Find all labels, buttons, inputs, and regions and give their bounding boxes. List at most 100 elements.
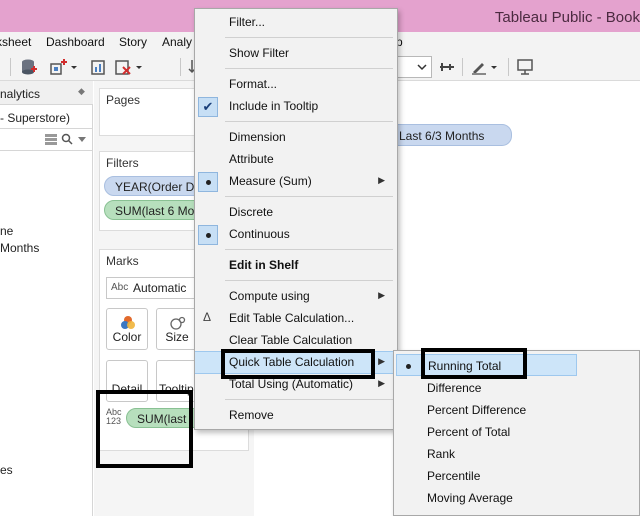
menu-item-include-tooltip[interactable]: ✔ Include in Tooltip — [195, 96, 397, 118]
radio-selected-icon — [198, 225, 218, 245]
presentation-icon[interactable] — [516, 58, 534, 76]
menu-separator — [225, 196, 393, 197]
menu-item-measure[interactable]: Measure (Sum) ▶ — [195, 171, 397, 193]
filters-title: Filters — [106, 156, 139, 170]
submenu-arrow-icon: ▶ — [378, 290, 385, 300]
size-label: Size — [165, 330, 189, 344]
toolbar-separator — [180, 58, 181, 76]
menu-item-label: Attribute — [229, 152, 274, 166]
menu-separator — [225, 280, 393, 281]
submenu-item-percentile[interactable]: Percentile — [394, 465, 639, 487]
menu-item-compute-using[interactable]: Compute using ▶ — [195, 286, 397, 308]
color-label: Color — [112, 330, 142, 344]
annotation-box-quick-calc — [221, 349, 375, 379]
menu-item-label: Compute using — [229, 289, 310, 303]
columns-pill[interactable]: Last 6/3 Months — [384, 124, 512, 146]
menu-separator — [225, 121, 393, 122]
delta-icon: Δ — [203, 310, 212, 324]
text-mark-icon: Abc — [111, 282, 129, 293]
size-icon — [170, 316, 186, 330]
menu-story[interactable]: Story — [119, 35, 147, 49]
menu-item-label: Filter... — [229, 15, 266, 29]
radio-selected-icon — [406, 364, 411, 369]
menu-separator — [225, 399, 393, 400]
menu-worksheet[interactable]: ksheet — [0, 35, 31, 49]
menu-item-continuous[interactable]: Continuous — [195, 224, 397, 246]
new-worksheet-icon[interactable] — [50, 58, 78, 76]
menu-item-label: Edit Table Calculation... — [229, 311, 355, 325]
chevron-down-icon — [417, 64, 427, 71]
new-datasource-icon[interactable] — [20, 58, 38, 76]
size-button[interactable]: Size — [156, 308, 198, 350]
collapse-icon[interactable]: ◆ — [78, 86, 85, 97]
submenu-item-label: Moving Average — [427, 491, 513, 505]
fit-dropdown[interactable] — [396, 56, 432, 78]
menu-dashboard[interactable]: Dashboard — [46, 35, 105, 49]
search-icon[interactable] — [61, 133, 73, 145]
color-icon — [121, 316, 135, 329]
menu-separator — [225, 37, 393, 38]
submenu-item-label: Percent Difference — [427, 403, 527, 417]
menu-item-label: Discrete — [229, 205, 274, 219]
menu-item-label: Measure (Sum) — [229, 174, 312, 188]
submenu-item-label: Percentile — [427, 469, 481, 483]
menu-item-label: Remove — [229, 408, 274, 422]
data-source-item[interactable]: - Superstore) — [0, 105, 93, 129]
marks-title: Marks — [106, 254, 139, 268]
color-button[interactable]: Color — [106, 308, 148, 350]
submenu-item-percent-difference[interactable]: Percent Difference — [394, 399, 639, 421]
list-view-icon[interactable] — [45, 134, 57, 145]
field-item[interactable]: Months — [0, 241, 39, 255]
menu-item-label: Dimension — [229, 130, 286, 144]
menu-item-format[interactable]: Format... — [195, 74, 397, 96]
chevron-down-icon[interactable] — [78, 137, 86, 142]
menu-item-edit-in-shelf[interactable]: Edit in Shelf — [195, 255, 397, 277]
toolbar-separator — [10, 58, 11, 76]
menu-item-label: Format... — [229, 77, 278, 91]
data-source-label: - Superstore) — [0, 111, 71, 125]
menu-separator — [225, 68, 393, 69]
menu-item-dimension[interactable]: Dimension — [195, 127, 397, 149]
field-item[interactable]: es — [0, 463, 13, 477]
highlight-pen-icon[interactable] — [470, 58, 500, 76]
data-pane-tools — [0, 129, 93, 151]
pages-title: Pages — [106, 93, 141, 107]
menu-item-label: Show Filter — [229, 46, 290, 60]
menu-item-filter[interactable]: Filter... — [195, 12, 397, 34]
menu-item-remove[interactable]: Remove — [195, 405, 397, 427]
pin-axes-icon[interactable] — [438, 58, 456, 76]
submenu-arrow-icon: ▶ — [378, 175, 385, 185]
menu-item-label: Clear Table Calculation — [229, 333, 353, 347]
menu-item-discrete[interactable]: Discrete — [195, 202, 397, 224]
annotation-box-running-total — [421, 348, 527, 379]
menu-item-attribute[interactable]: Attribute — [195, 149, 397, 171]
annotation-box-pill — [96, 390, 193, 468]
toolbar-separator — [508, 58, 509, 76]
toolbar-separator — [462, 58, 463, 76]
clear-sheet-icon[interactable] — [114, 58, 144, 76]
menu-item-label: Total Using (Automatic) — [229, 377, 354, 391]
submenu-item-percent-of-total[interactable]: Percent of Total — [394, 421, 639, 443]
submenu-item-rank[interactable]: Rank — [394, 443, 639, 465]
menu-item-show-filter[interactable]: Show Filter — [195, 43, 397, 65]
data-pane: nalytics ◆ - Superstore) ne Months es — [0, 81, 93, 516]
submenu-item-moving-average[interactable]: Moving Average — [394, 487, 639, 509]
submenu-item-difference[interactable]: Difference — [394, 377, 639, 399]
submenu-item-label: Difference — [427, 381, 482, 395]
mark-type-label: Automatic — [133, 281, 187, 295]
submenu-item-label: Percent of Total — [427, 425, 511, 439]
menu-analysis[interactable]: Analy — [162, 35, 192, 49]
field-item[interactable]: ne — [0, 224, 13, 238]
analytics-tab[interactable]: nalytics — [0, 87, 40, 101]
radio-selected-icon — [198, 172, 218, 192]
duplicate-sheet-icon[interactable] — [90, 58, 108, 76]
submenu-arrow-icon: ▶ — [378, 378, 385, 388]
window-title: Tableau Public - Book — [494, 9, 640, 26]
menu-separator — [225, 249, 393, 250]
submenu-arrow-icon: ▶ — [378, 356, 385, 366]
menu-item-edit-table-calc[interactable]: Δ Edit Table Calculation... — [195, 308, 397, 330]
menu-item-label: Include in Tooltip — [229, 99, 319, 113]
menu-item-label: Continuous — [229, 227, 290, 241]
menu-item-label: Edit in Shelf — [229, 258, 299, 272]
data-pane-header: nalytics ◆ — [0, 81, 93, 105]
